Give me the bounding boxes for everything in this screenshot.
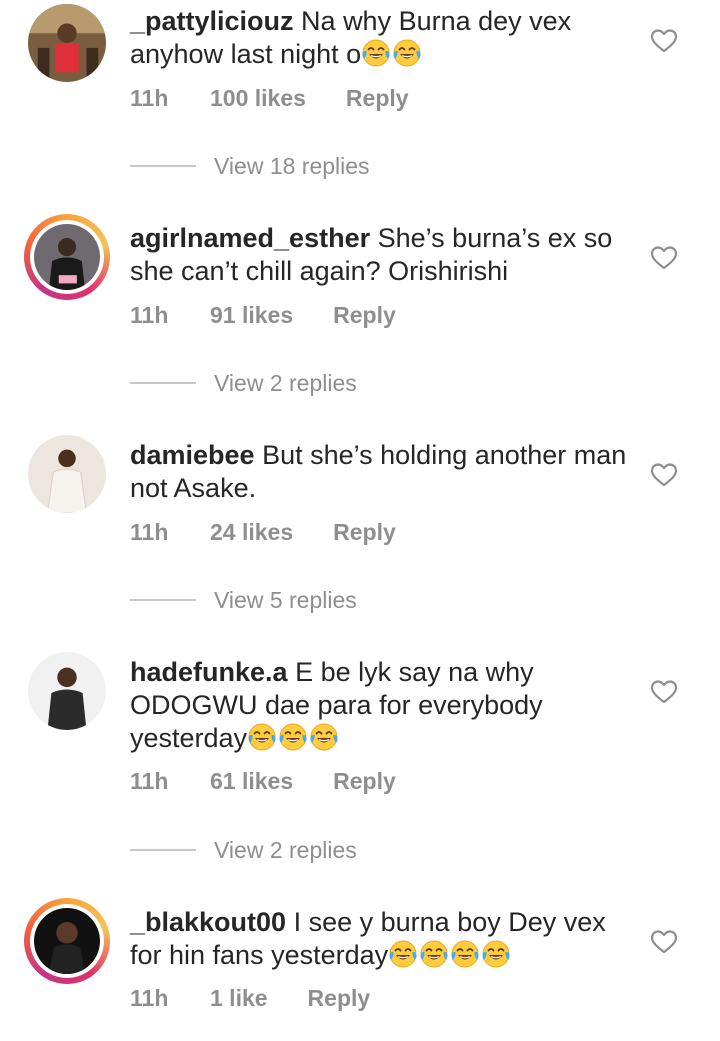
replies-divider xyxy=(130,164,196,167)
face-with-tears-of-joy-icon xyxy=(451,940,479,968)
comment-text: _pattyliciouz Na why Burna dey vex anyho… xyxy=(130,5,630,71)
emoji-group xyxy=(247,723,340,753)
avatar-image xyxy=(34,224,100,290)
avatar-image xyxy=(28,4,106,82)
avatar[interactable] xyxy=(24,898,110,984)
face-with-tears-of-joy-icon xyxy=(310,723,338,751)
reply-button[interactable]: Reply xyxy=(308,985,371,1012)
reply-button[interactable]: Reply xyxy=(333,302,396,329)
comment-meta: 11h 91 likes Reply xyxy=(130,302,396,329)
comment-time: 11h xyxy=(130,519,169,545)
avatar-image xyxy=(28,435,106,513)
comment-username[interactable]: damiebee xyxy=(130,440,255,470)
comment-likes[interactable]: 100 likes xyxy=(210,85,306,112)
face-with-tears-of-joy-icon xyxy=(393,39,421,67)
comment-username[interactable]: _blakkout00 xyxy=(130,907,286,937)
reply-button[interactable]: Reply xyxy=(346,85,409,112)
view-replies-label: View 18 replies xyxy=(214,153,370,179)
avatar[interactable] xyxy=(24,0,110,86)
comment-meta: 11h 100 likes Reply xyxy=(130,85,409,112)
face-with-tears-of-joy-icon xyxy=(420,940,448,968)
comment-text: agirlnamed_esther She’s burna’s ex so sh… xyxy=(130,222,630,288)
heart-outline-icon[interactable] xyxy=(651,463,677,487)
comment-likes[interactable]: 24 likes xyxy=(210,519,293,546)
view-replies-button[interactable]: View 18 replies xyxy=(130,153,370,180)
comment-time: 11h xyxy=(130,85,169,111)
face-with-tears-of-joy-icon xyxy=(279,723,307,751)
face-with-tears-of-joy-icon xyxy=(362,39,390,67)
comment-username[interactable]: agirlnamed_esther xyxy=(130,223,370,253)
comment-likes[interactable]: 61 likes xyxy=(210,768,293,795)
face-with-tears-of-joy-icon xyxy=(482,940,510,968)
view-replies-button[interactable]: View 2 replies xyxy=(130,370,357,397)
replies-divider xyxy=(130,381,196,384)
heart-outline-icon[interactable] xyxy=(651,930,677,954)
comment-likes[interactable]: 91 likes xyxy=(210,302,293,329)
comment-text: hadefunke.a E be lyk say na why ODOGWU d… xyxy=(130,656,630,755)
view-replies-label: View 2 replies xyxy=(214,837,357,863)
comment-time: 11h xyxy=(130,985,169,1011)
comment-username[interactable]: _pattyliciouz xyxy=(130,6,294,36)
comment-username[interactable]: hadefunke.a xyxy=(130,657,288,687)
view-replies-button[interactable]: View 5 replies xyxy=(130,587,357,614)
heart-outline-icon[interactable] xyxy=(651,680,677,704)
avatar[interactable] xyxy=(24,214,110,300)
avatar-image xyxy=(28,652,106,730)
view-replies-label: View 2 replies xyxy=(214,370,357,396)
emoji-group xyxy=(361,39,423,69)
comment-time: 11h xyxy=(130,768,169,794)
comment-text: _blakkout00 I see y burna boy Dey vex fo… xyxy=(130,906,630,972)
comment-text: damiebee But she’s holding another man n… xyxy=(130,439,630,505)
comment-meta: 11h 1 like Reply xyxy=(130,985,370,1012)
heart-outline-icon[interactable] xyxy=(651,246,677,270)
reply-button[interactable]: Reply xyxy=(333,768,396,795)
comment-likes[interactable]: 1 like xyxy=(210,985,268,1012)
face-with-tears-of-joy-icon xyxy=(248,723,276,751)
heart-outline-icon[interactable] xyxy=(651,29,677,53)
replies-divider xyxy=(130,848,196,851)
comment-meta: 11h 24 likes Reply xyxy=(130,519,396,546)
replies-divider xyxy=(130,598,196,601)
comment-meta: 11h 61 likes Reply xyxy=(130,768,396,795)
view-replies-button[interactable]: View 2 replies xyxy=(130,837,357,864)
emoji-group xyxy=(388,940,512,970)
avatar-image xyxy=(34,908,100,974)
view-replies-label: View 5 replies xyxy=(214,587,357,613)
avatar[interactable] xyxy=(24,648,110,734)
face-with-tears-of-joy-icon xyxy=(389,940,417,968)
reply-button[interactable]: Reply xyxy=(333,519,396,546)
comment-time: 11h xyxy=(130,302,169,328)
avatar[interactable] xyxy=(24,431,110,517)
